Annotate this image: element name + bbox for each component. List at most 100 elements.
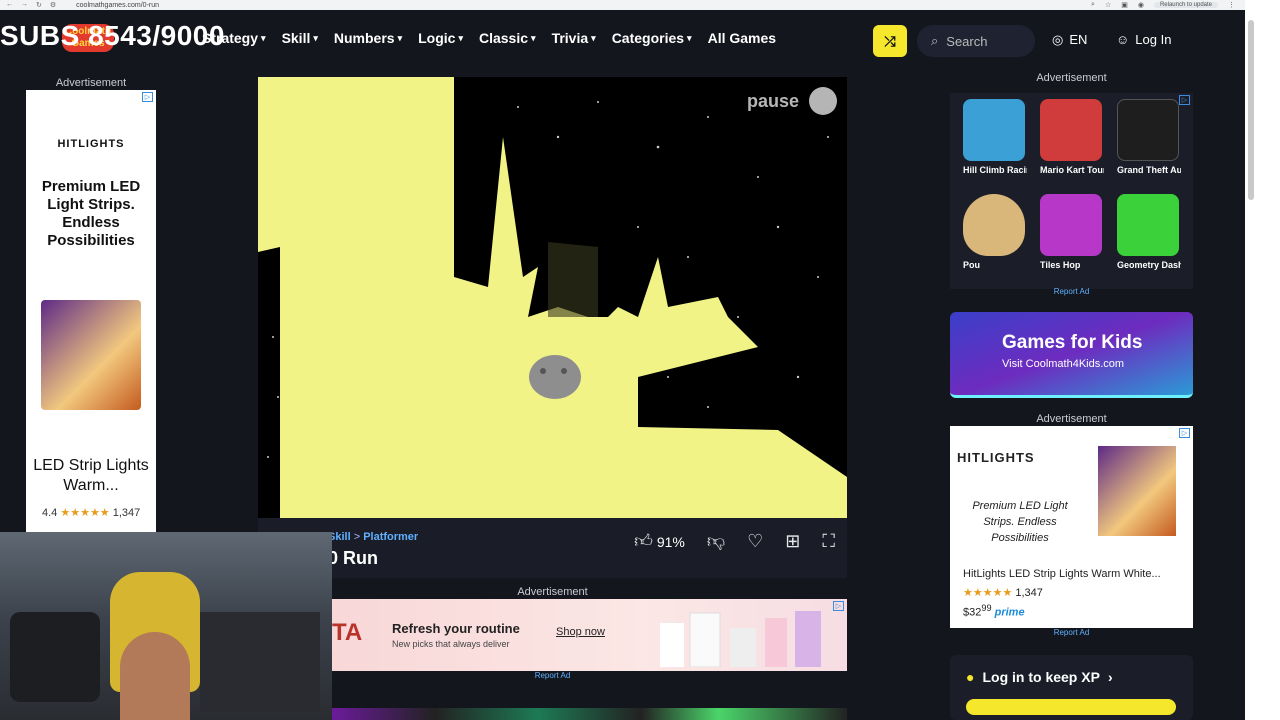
thumbs-up-icon: 👍︎ <box>634 531 653 551</box>
menu-label: Numbers <box>333 30 395 46</box>
adchoices-icon[interactable]: ▷ <box>142 92 153 102</box>
ad-product-name: LED Strip Lights Warm... <box>33 457 149 494</box>
ad-rating: ★★★★★ 1,347 <box>963 586 1043 599</box>
search-placeholder: Search <box>946 33 988 49</box>
xp-button[interactable] <box>966 699 1176 715</box>
forward-icon[interactable]: → <box>21 1 28 9</box>
report-ad-link[interactable]: Report Ad <box>950 287 1193 296</box>
menu-logic[interactable]: Logic ▾ <box>418 30 463 46</box>
game-thumbnail <box>963 99 1025 161</box>
breadcrumb-separator: > <box>353 531 361 543</box>
language-selector[interactable]: ◎ EN <box>1052 32 1087 48</box>
game-thumbnail <box>1040 99 1102 161</box>
page-scrollbar[interactable] <box>1245 0 1280 720</box>
right-advertisement[interactable]: ▷ HITLIGHTS Premium LED Light Strips. En… <box>950 426 1193 628</box>
rating-value: 4.4 <box>42 507 58 519</box>
menu-classic[interactable]: Classic ▾ <box>479 30 536 46</box>
review-count: 1,347 <box>1015 587 1043 599</box>
kids-banner-title: Games for Kids <box>1002 332 1143 353</box>
menu-categories[interactable]: Categories ▾ <box>612 30 692 46</box>
ad-subtext: New picks that always deliver <box>392 639 510 649</box>
review-count: 1,347 <box>112 507 141 519</box>
adchoices-icon[interactable]: ▷ <box>1179 428 1190 438</box>
price-cents: 99 <box>981 603 992 613</box>
xp-login-box[interactable]: ● Log in to keep XP › <box>950 655 1193 720</box>
xp-label: Log in to keep XP <box>982 669 1100 685</box>
menu-icon[interactable]: ⋮ <box>1228 1 1235 9</box>
login-label: Log In <box>1135 32 1172 47</box>
price-dollars: $32 <box>963 606 982 619</box>
ad-price: $3299 prime <box>963 603 1025 619</box>
kids-banner-subtitle: Visit Coolmath4Kids.com <box>1002 358 1125 370</box>
login-button[interactable]: ☺ Log In <box>1116 32 1171 47</box>
extensions-icon[interactable]: ▣ <box>1121 1 1128 9</box>
game-thumb-hill-climb[interactable]: Hill Climb Racing <box>963 99 1027 175</box>
game-name: Hill Climb Racing <box>963 165 1027 175</box>
coolmath4kids-banner[interactable]: Games for Kids Visit Coolmath4Kids.com <box>950 312 1193 398</box>
bookmark-icon[interactable]: ☆ <box>1105 1 1111 9</box>
relaunch-button[interactable]: Relaunch to update <box>1153 2 1218 8</box>
webcam-overlay <box>0 532 332 720</box>
mid-advertisement[interactable]: TA Refresh your routine New picks that a… <box>332 599 847 671</box>
shop-now-button[interactable]: Shop now <box>556 626 605 638</box>
pause-label[interactable]: pause <box>747 91 799 112</box>
menu-numbers[interactable]: Numbers ▾ <box>334 30 402 46</box>
language-label: EN <box>1069 32 1088 47</box>
address-bar[interactable]: coolmathgames.com/0-run <box>76 2 159 9</box>
game-thumbnail <box>1040 194 1102 256</box>
zoom-icon[interactable]: ⌕ <box>1091 1 1095 9</box>
menu-label: All Games <box>707 30 777 46</box>
ad-brand: HITLIGHTS <box>957 450 1035 465</box>
back-icon[interactable]: ← <box>6 1 13 9</box>
report-ad-link[interactable]: Report Ad <box>950 628 1193 637</box>
game-thumb-mario-kart[interactable]: Mario Kart Tour <box>1040 99 1104 175</box>
fullscreen-icon[interactable]: ⛶ <box>822 531 835 552</box>
star-icons: ★★★★★ <box>60 507 110 519</box>
site-info-icon[interactable]: ⚙ <box>50 1 56 9</box>
game-thumb-pou[interactable]: Pou <box>963 194 1027 270</box>
breadcrumb: Skill > Platformer <box>328 531 418 543</box>
game-scene <box>258 77 847 518</box>
ad-tagline: Premium LED Light Strips. Endless Possib… <box>972 500 1068 544</box>
pause-button[interactable] <box>809 87 837 115</box>
menu-strategy[interactable]: Strategy ▾ <box>202 30 266 46</box>
ad-headline: Premium LED Light Strips. Endless Possib… <box>41 178 141 249</box>
menu-skill[interactable]: Skill ▾ <box>282 30 318 46</box>
scrollbar-thumb[interactable] <box>1248 20 1254 200</box>
menu-trivia[interactable]: Trivia ▾ <box>552 30 596 46</box>
xp-prompt: ● Log in to keep XP › <box>966 669 1113 685</box>
search-input[interactable]: ⌕ Search <box>917 25 1035 57</box>
game-thumbnail <box>1117 99 1179 161</box>
report-ad-link[interactable]: Report Ad <box>258 671 847 680</box>
ad-product-image <box>41 300 141 410</box>
thumbs-down-icon[interactable]: 👎︎ <box>707 530 725 552</box>
star-icons: ★★★★★ <box>963 587 1013 599</box>
menu-label: Skill <box>281 30 311 46</box>
adchoices-icon[interactable]: ▷ <box>1179 95 1190 105</box>
shuffle-button[interactable]: ⤮ <box>873 25 907 57</box>
ad-product-image <box>660 611 821 667</box>
menu-label: Classic <box>478 30 529 46</box>
adchoices-icon[interactable]: ▷ <box>833 601 844 611</box>
menu-all-games[interactable]: All Games <box>708 30 776 46</box>
top-navigation: Coolmath Games SUBS 8543/9000 Strategy ▾ S… <box>0 10 1245 68</box>
game-thumb-tiles-hop[interactable]: Tiles Hop <box>1040 194 1104 270</box>
heart-icon[interactable]: ♡ <box>747 531 763 552</box>
add-game-icon[interactable]: ⊞ <box>785 531 800 552</box>
game-name: Grand Theft Auto <box>1117 165 1181 175</box>
game-canvas[interactable]: pause <box>258 77 847 518</box>
chevron-down-icon: ▾ <box>531 32 536 43</box>
chevron-right-icon: › <box>1107 669 1113 685</box>
reload-icon[interactable]: ↻ <box>36 1 42 9</box>
breadcrumb-platformer[interactable]: Platformer <box>363 531 418 543</box>
mid-ad-label: Advertisement <box>517 586 588 598</box>
like-button[interactable]: 👍︎ 91% <box>634 530 685 552</box>
profile-icon[interactable]: ◉ <box>1138 1 1144 9</box>
right-ad-label: Advertisement <box>1036 72 1107 84</box>
game-thumb-geometry-dash[interactable]: Geometry Dash <box>1117 194 1181 270</box>
prime-badge: prime <box>994 606 1025 619</box>
game-thumb-gta[interactable]: Grand Theft Auto <box>1117 99 1181 175</box>
subs-overlay: SUBS 8543/9000 <box>0 20 225 51</box>
left-advertisement[interactable]: ▷ HITLIGHTS Premium LED Light Strips. En… <box>26 90 156 540</box>
game-name: Tiles Hop <box>1040 260 1081 270</box>
